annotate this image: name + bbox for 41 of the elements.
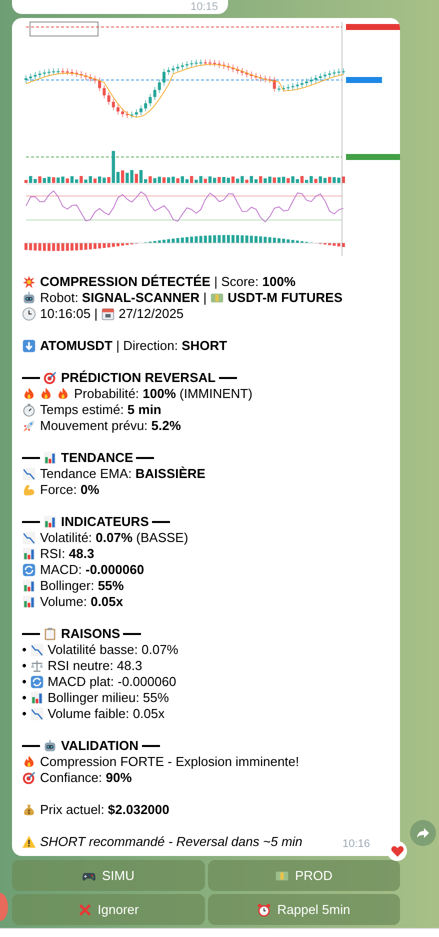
message-text: SHORT recommandé - Reversal dans ~5 min (40, 834, 302, 850)
message-text: RAISONS (61, 626, 120, 642)
message-text: Bollinger: 55% (40, 578, 124, 594)
inline-button[interactable]: Ignorer (12, 894, 204, 925)
message-text: Volume: 0.05x (40, 594, 124, 610)
message-text: RSI: 48.3 (40, 546, 94, 562)
message-text: INDICATEURS (61, 514, 149, 530)
message-text: Volume faible: 0.05x (48, 706, 165, 722)
message-text: Force: 0% (40, 482, 100, 498)
message-text: TENDANCE (61, 450, 134, 466)
message-text: Bollinger milieu: 55% (48, 690, 169, 706)
message-text: Volatilité basse: 0.07% (48, 642, 178, 658)
message-text: MACD: -0.000060 (40, 562, 144, 578)
message-time: 10:15 (190, 1, 218, 13)
message-text: • (22, 706, 27, 722)
message-text: • (22, 690, 27, 706)
message-text: RSI neutre: 48.3 (48, 658, 142, 674)
message-text: USDT-M FUTURES (228, 290, 342, 306)
message-text: Mouvement prévu: 5.2% (40, 418, 181, 434)
message-text: COMPRESSION DÉTECTÉE | Score: 100% (40, 274, 296, 290)
message-text: PRÉDICTION REVERSAL (61, 370, 216, 386)
message-text: MACD plat: -0.000060 (48, 674, 176, 690)
message-text: • (22, 658, 27, 674)
message-text: • (22, 674, 27, 690)
message-time: 10:16 (342, 838, 370, 850)
message-text: VALIDATION (61, 738, 139, 754)
message-text: Robot: SIGNAL-SCANNER | (40, 290, 207, 306)
message-text: Volatilité: 0.07% (BASSE) (40, 530, 188, 546)
message-text: 27/12/2025 (118, 306, 184, 322)
message-text: Confiance: 90% (40, 770, 132, 786)
message-text: • (22, 642, 27, 658)
inline-button[interactable]: PROD (208, 860, 400, 891)
inline-button[interactable]: SIMU (12, 860, 204, 891)
message-text: Tendance EMA: BAISSIÈRE (40, 466, 206, 482)
message-text: ATOMUSDT | Direction: SHORT (40, 338, 228, 354)
message-text: 10:16:05 | (40, 306, 98, 322)
message-text: Compression FORTE - Explosion imminente! (40, 754, 300, 770)
inline-button[interactable]: Rappel 5min (208, 894, 400, 925)
message-text: Probabilité: 100% (IMMINENT) (74, 386, 252, 402)
message-text: Temps estimé: 5 min (40, 402, 162, 418)
message-text: Prix actuel: $2.032000 (40, 802, 170, 818)
